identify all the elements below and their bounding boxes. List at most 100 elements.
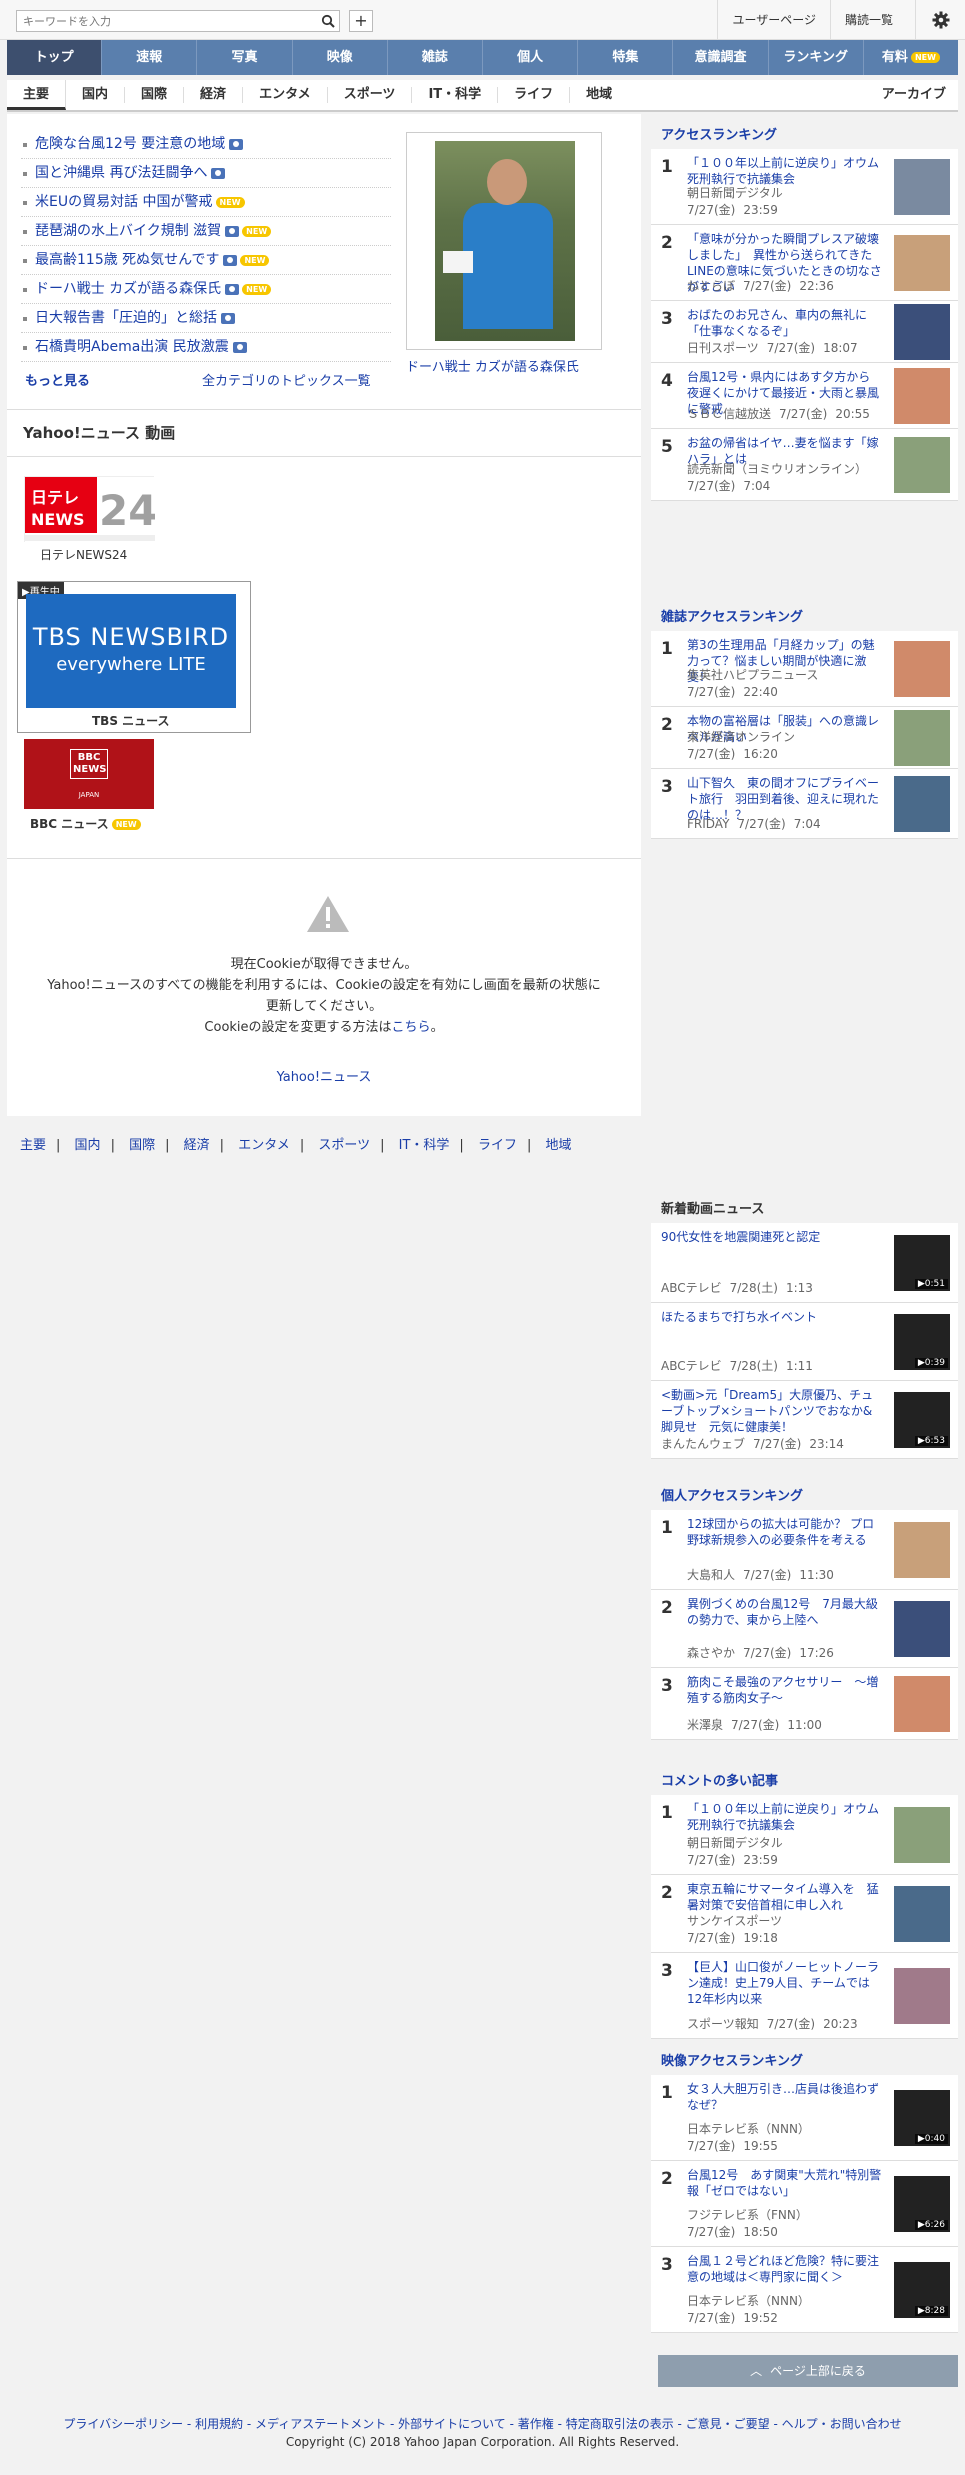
more-topics-link[interactable]: もっと見る [25, 370, 90, 389]
personal-ranking-title[interactable]: 個人アクセスランキング [651, 1475, 958, 1510]
article-thumbnail[interactable] [894, 776, 950, 832]
bottom-nav-sports[interactable]: スポーツ [318, 1138, 370, 1153]
ranking-item[interactable]: 1 第3の生理用品「月経カップ」の魅力って？悩ましい期間が快適に激変！ 集英社ハピプ… [651, 631, 958, 707]
topic-item[interactable]: 危険な台風12号 要注意の地域 [21, 130, 391, 159]
footer-links[interactable]: プライバシーポリシー - 利用規約 - メディアステートメント - 外部サイトに… [0, 2415, 965, 2433]
search-icon[interactable] [321, 14, 335, 28]
ranking-item[interactable]: 1 「１００年以上前に逆戻り」オウム死刑執行で抗議集会 朝日新聞デジタル7/27(金… [651, 1795, 958, 1875]
video-ranking-title[interactable]: 映像アクセスランキング [651, 2040, 958, 2075]
ranking-item[interactable]: 3 筋肉こそ最強のアクセサリー ～増殖する筋肉女子～ 米澤泉 7/27(金) 11:00 [651, 1668, 958, 1740]
article-title[interactable]: 90代女性を地震関連死と認定 [661, 1229, 882, 1245]
gnav-flash[interactable]: 速報 [102, 40, 198, 75]
article-thumbnail[interactable] [894, 1886, 950, 1942]
ranking-item[interactable]: 3 山下智久 東の間オフにプライベート旅行 羽田到着後、迎えに現れたのは…！？ FR… [651, 769, 958, 839]
ranking-item[interactable]: 5 お盆の帰省はイヤ…妻を悩ます「嫁ハラ」とは 読売新聞（ヨミウリオンライン）7/2… [651, 429, 958, 501]
yahoo-news-link[interactable]: Yahoo!ニュース [7, 1066, 641, 1085]
channel-ntv24[interactable]: 日テレ NEWS 24 日テレNEWS24 [24, 476, 164, 566]
magazine-ranking-title[interactable]: 雑誌アクセスランキング [651, 596, 958, 631]
article-thumbnail[interactable] [894, 1522, 950, 1578]
tab-international[interactable]: 国際 [125, 87, 185, 103]
ranking-item[interactable]: ほたるまちで打ち水イベント ABCテレビ 7/28(土) 1:11 ▶0:39 [651, 1303, 958, 1381]
channel-tbs[interactable]: ▶再生中 TBS NEWSBIRD everywhere LITE TBS ニュ… [17, 581, 251, 733]
article-title[interactable]: 「１００年以上前に逆戻り」オウム死刑執行で抗議集会 [687, 1801, 882, 1833]
article-thumbnail[interactable] [894, 437, 950, 493]
ranking-item[interactable]: 2 台風12号 あす関東"大荒れ"特別警報「ゼロではない」 フジテレビ系（FNN）7… [651, 2161, 958, 2247]
video-thumbnail[interactable]: ▶6:53 [894, 1392, 950, 1448]
article-title[interactable]: 異例づくめの台風12号 7月最大級の勢力で、東から上陸へ [687, 1596, 882, 1628]
tab-local[interactable]: 地域 [570, 87, 628, 103]
topic-photo[interactable] [406, 132, 602, 350]
gnav-paid[interactable]: 有料 NEW [864, 40, 958, 75]
ranking-item[interactable]: 90代女性を地震関連死と認定 ABCテレビ 7/28(土) 1:13 ▶0:51 [651, 1223, 958, 1303]
topic-item[interactable]: 琵琶湖の水上バイク規制 滋賀 NEW [21, 217, 391, 246]
search-box[interactable] [16, 10, 340, 32]
article-thumbnail[interactable] [894, 159, 950, 215]
gnav-magazine[interactable]: 雑誌 [388, 40, 484, 75]
ranking-item[interactable]: 1 「１００年以上前に逆戻り」オウム死刑執行で抗議集会 朝日新聞デジタル7/27(金… [651, 149, 958, 225]
article-title[interactable]: 【巨人】山口俊がノーヒットノーラン達成！史上79人目、チームでは12年杉内以来 [687, 1959, 882, 2007]
article-title[interactable]: 女３人大胆万引き…店員は後追わず なぜ？ [687, 2081, 891, 2113]
tab-it-science[interactable]: IT・科学 [412, 87, 499, 103]
tab-domestic[interactable]: 国内 [66, 87, 126, 103]
article-thumbnail[interactable] [894, 1807, 950, 1863]
article-title[interactable]: 12球団からの拡大は可能か？ プロ野球新規参入の必要条件を考える [687, 1516, 882, 1548]
tab-life[interactable]: ライフ [498, 87, 571, 103]
ranking-item[interactable]: <動画>元「Dream5」大原優乃、チューブトップ×ショートパンツでおなか&脚見… [651, 1381, 958, 1459]
user-page-link[interactable]: ユーザーページ [717, 0, 830, 40]
video-thumbnail[interactable]: ▶0:40 [894, 2090, 950, 2146]
video-thumbnail[interactable]: ▶0:51 [894, 1235, 950, 1291]
page-top-button[interactable]: ︿ ページ上部に戻る [658, 2355, 958, 2387]
bottom-nav-international[interactable]: 国際 [129, 1138, 155, 1153]
tab-main[interactable]: 主要 [7, 80, 67, 110]
article-title[interactable]: 「１００年以上前に逆戻り」オウム死刑執行で抗議集会 [687, 155, 882, 187]
topic-item[interactable]: 米EUの貿易対話 中国が警戒 NEW [21, 188, 391, 217]
channel-bbc[interactable]: BBC NEWS JAPAN BBC ニュース NEW [24, 739, 164, 831]
video-thumbnail[interactable]: ▶0:39 [894, 1314, 950, 1370]
article-title[interactable]: <動画>元「Dream5」大原優乃、チューブトップ×ショートパンツでおなか&脚見… [661, 1387, 882, 1435]
ranking-item[interactable]: 2 東京五輪にサマータイム導入を 猛暑対策で安倍首相に申し入れ サンケイスポーツ7/… [651, 1875, 958, 1953]
gnav-survey[interactable]: 意識調査 [673, 40, 769, 75]
bottom-nav-domestic[interactable]: 国内 [75, 1138, 101, 1153]
bottom-nav-life[interactable]: ライフ [478, 1138, 517, 1153]
gnav-personal[interactable]: 個人 [483, 40, 579, 75]
article-title[interactable]: 筋肉こそ最強のアクセサリー ～増殖する筋肉女子～ [687, 1674, 882, 1706]
video-thumbnail[interactable]: ▶6:26 [894, 2176, 950, 2232]
ranking-item[interactable]: 4 台風12号・県内にはあす夕方から夜遅くにかけて最接近・大雨と暴風に警戒 ＳＢＣ信… [651, 363, 958, 429]
gnav-ranking[interactable]: ランキング [769, 40, 864, 75]
topic-item[interactable]: 国と沖縄県 再び法廷闘争へ [21, 159, 391, 188]
cookie-help-link[interactable]: こちら [392, 1020, 431, 1035]
article-title[interactable]: 台風12号 あす関東"大荒れ"特別警報「ゼロではない」 [687, 2167, 882, 2199]
topic-item[interactable]: 石橋貴明Abema出演 民放激震 [21, 333, 391, 362]
article-title[interactable]: ほたるまちで打ち水イベント [661, 1309, 882, 1325]
gnav-top[interactable]: トップ [7, 40, 103, 75]
article-title[interactable]: 東京五輪にサマータイム導入を 猛暑対策で安倍首相に申し入れ [687, 1881, 882, 1913]
tab-entertainment[interactable]: エンタメ [243, 87, 328, 103]
ranking-item[interactable]: 2 「意味が分かった瞬間プレスア破壊しました」 異性から送られてきたLINEの意味… [651, 225, 958, 301]
article-thumbnail[interactable] [894, 235, 950, 291]
bottom-nav-it-science[interactable]: IT・科学 [399, 1138, 450, 1153]
access-ranking-title[interactable]: アクセスランキング [651, 114, 958, 149]
article-thumbnail[interactable] [894, 304, 950, 360]
ranking-item[interactable]: 2 本物の富裕層は「服装」への意識レベルが高い 東洋経済オンライン7/27(金) 16… [651, 707, 958, 769]
bottom-nav-entertainment[interactable]: エンタメ [238, 1138, 290, 1153]
article-thumbnail[interactable] [894, 1676, 950, 1732]
ranking-item[interactable]: 2 異例づくめの台風12号 7月最大級の勢力で、東から上陸へ 森さやか 7/27(金)… [651, 1590, 958, 1668]
article-title[interactable]: おばたのお兄さん、車内の無礼に「仕事なくなるぞ」 [687, 307, 882, 339]
article-thumbnail[interactable] [894, 1601, 950, 1657]
bottom-nav-main[interactable]: 主要 [20, 1138, 46, 1153]
bottom-nav-economy[interactable]: 経済 [184, 1138, 210, 1153]
archive-link[interactable]: アーカイブ [882, 80, 958, 110]
ranking-item[interactable]: 1 12球団からの拡大は可能か？ プロ野球新規参入の必要条件を考える 大島和人 7/2… [651, 1510, 958, 1590]
article-thumbnail[interactable] [894, 1968, 950, 2024]
article-title[interactable]: 台風１２号どれほど危険？特に要注意の地域は＜専門家に聞く＞ [687, 2253, 882, 2285]
search-input[interactable] [17, 11, 307, 31]
tab-sports[interactable]: スポーツ [328, 87, 413, 103]
video-thumbnail[interactable]: ▶8:28 [894, 2262, 950, 2318]
topic-item[interactable]: 日大報告書「圧迫的」と総括 [21, 304, 391, 333]
ranking-item[interactable]: 3 【巨人】山口俊がノーヒットノーラン達成！史上79人目、チームでは12年杉内以来… [651, 1953, 958, 2039]
article-thumbnail[interactable] [894, 368, 950, 424]
photo-caption[interactable]: ドーハ戦士 カズが語る森保氏 [406, 356, 579, 375]
gnav-photo[interactable]: 写真 [197, 40, 293, 75]
settings-button[interactable] [915, 0, 965, 40]
bottom-nav-local[interactable]: 地域 [545, 1138, 571, 1153]
